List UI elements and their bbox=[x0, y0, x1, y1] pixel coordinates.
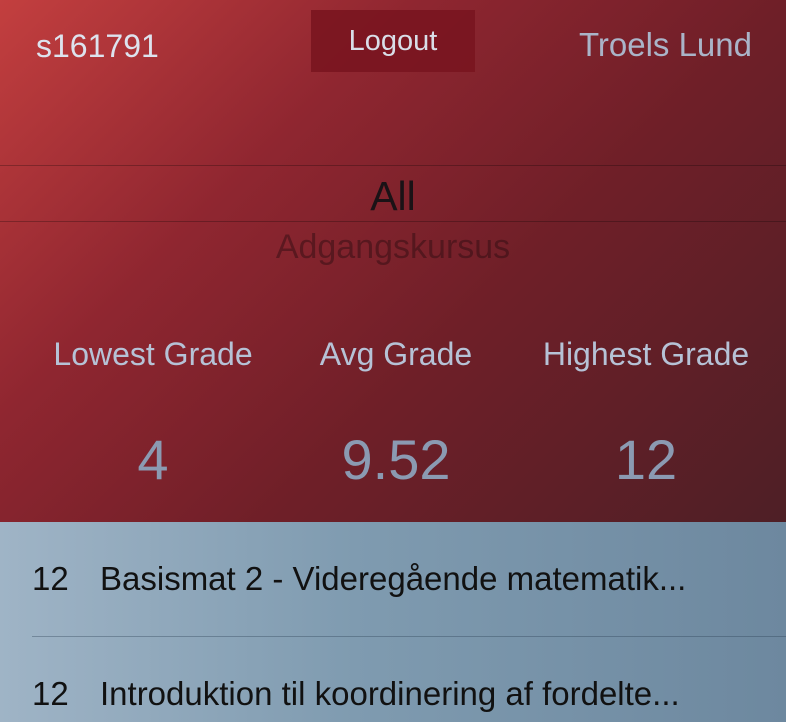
course-list: 12 Basismat 2 - Videregående matematik..… bbox=[0, 522, 786, 722]
course-row[interactable]: 12 Introduktion til koordinering af ford… bbox=[0, 637, 786, 722]
highest-grade-value: 12 bbox=[614, 428, 678, 491]
top-bar: s161791 Logout Troels Lund bbox=[0, 0, 786, 90]
student-id: s161791 bbox=[36, 28, 159, 64]
avg-grade-label: Avg Grade bbox=[319, 336, 473, 372]
course-title: Basismat 2 - Videregående matematik... bbox=[100, 560, 687, 597]
picker-bottom-divider bbox=[0, 221, 786, 222]
grade-stats: Lowest Grade 4 Avg Grade 9.52 Highest Gr… bbox=[0, 336, 786, 496]
picker-selected-option[interactable]: All bbox=[0, 173, 786, 220]
category-picker[interactable]: All Adgangskursus bbox=[0, 165, 786, 275]
course-row[interactable]: 12 Basismat 2 - Videregående matematik..… bbox=[0, 522, 786, 634]
logout-button[interactable]: Logout bbox=[311, 10, 475, 72]
user-name: Troels Lund bbox=[578, 26, 752, 63]
picker-top-divider bbox=[0, 165, 786, 166]
lowest-grade-value: 4 bbox=[137, 428, 169, 491]
avg-grade-value: 9.52 bbox=[341, 428, 451, 491]
course-title: Introduktion til koordinering af fordelt… bbox=[100, 675, 680, 712]
highest-grade-stat: Highest Grade 12 bbox=[515, 336, 777, 492]
lowest-grade-stat: Lowest Grade 4 bbox=[22, 336, 284, 492]
picker-next-option[interactable]: Adgangskursus bbox=[0, 228, 786, 267]
avg-grade-stat: Avg Grade 9.52 bbox=[265, 336, 527, 492]
lowest-grade-label: Lowest Grade bbox=[53, 336, 253, 372]
course-grade: 12 bbox=[32, 560, 69, 597]
highest-grade-label: Highest Grade bbox=[542, 336, 750, 372]
course-grade: 12 bbox=[32, 675, 69, 712]
summary-panel: s161791 Logout Troels Lund All Adgangsku… bbox=[0, 0, 786, 522]
